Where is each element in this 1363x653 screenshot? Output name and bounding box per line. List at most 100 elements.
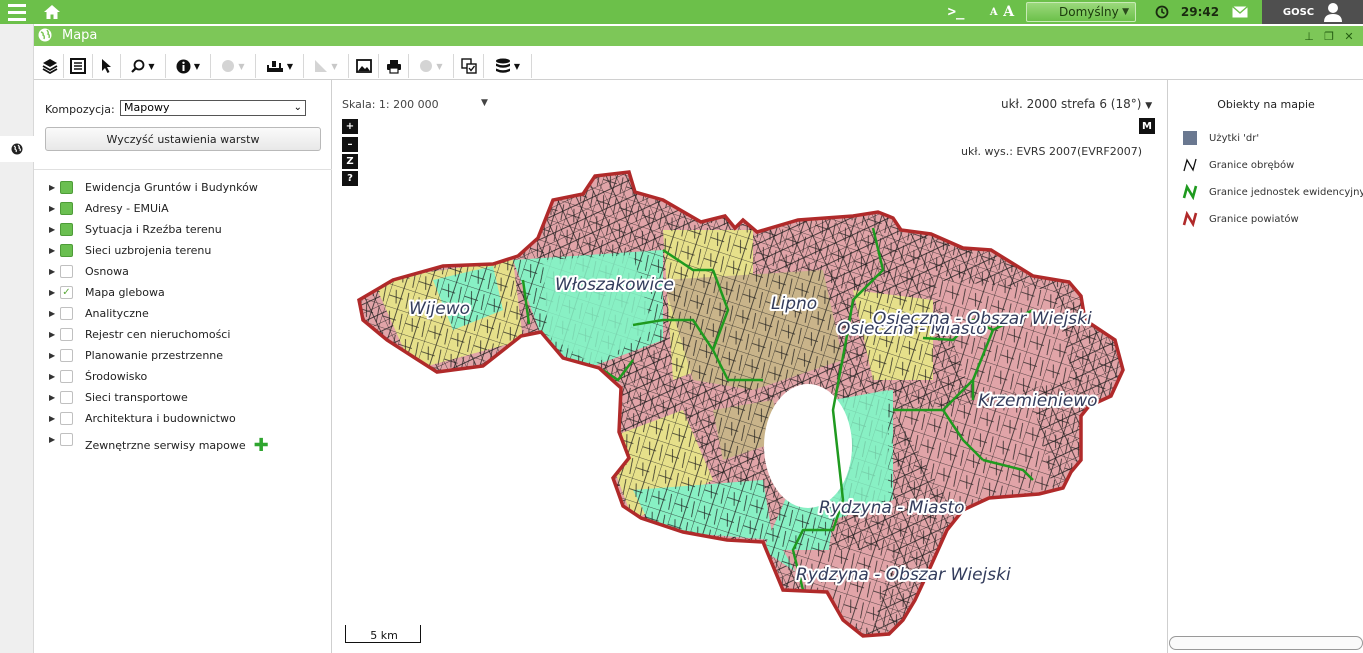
legend-title: Obiekty na mapie [1217,98,1315,111]
print-icon[interactable] [379,54,409,78]
expand-arrow-icon[interactable]: ▶ [49,183,55,192]
font-size-toggle[interactable]: A A [986,0,1018,24]
close-icon[interactable]: ✕ [1342,29,1356,43]
layer-label: Sytuacja i Rzeźba terenu [85,223,222,236]
expand-arrow-icon[interactable]: ▶ [49,225,55,234]
composition-select[interactable]: Mapowy ⌄ [120,100,306,116]
user-menu[interactable]: GOSC [1262,0,1363,24]
expand-arrow-icon[interactable]: ▶ [49,351,55,360]
layer-row[interactable]: ▶ Osnowa [34,262,332,283]
clear-layer-settings-button[interactable]: Wyczyść ustawienia warstw [45,127,321,151]
red-line-icon [1182,211,1198,227]
font-small-icon[interactable]: A [990,7,998,18]
expand-arrow-icon[interactable]: ▶ [49,414,55,423]
layer-checkbox[interactable] [60,412,73,425]
font-large-icon[interactable]: A [1003,4,1014,20]
legend-label: Użytki 'dr' [1209,133,1260,144]
layer-checkbox[interactable] [60,349,73,362]
layer-row[interactable]: ▶ Sieci transportowe [34,388,332,409]
layer-checkbox[interactable] [60,223,73,236]
expand-arrow-icon[interactable]: ▶ [49,204,55,213]
layer-label-with-add: Zewnętrzne serwisy mapowe ✚ [85,433,269,456]
map-view[interactable]: Wijewo Włoszakowice Lipno Osieczna - Mia… [333,80,1166,653]
window-title: Mapa [62,28,98,43]
layer-label: Analityczne [85,307,149,320]
expand-arrow-icon[interactable]: ▶ [49,372,55,381]
layer-row[interactable]: ▶ Sytuacja i Rzeźba terenu [34,220,332,241]
layer-row[interactable]: ▶ Rejestr cen nieruchomości [34,325,332,346]
zoom-tool-button[interactable]: ▼ [121,54,166,78]
horizontal-scrollbar[interactable] [1169,636,1363,650]
pin-icon[interactable]: ⊥ [1302,29,1316,43]
layer-checkbox[interactable]: ✓ [60,286,73,299]
place-label: Włoszakowice [555,275,674,295]
layer-checkbox[interactable] [60,181,73,194]
layer-checkbox[interactable] [60,370,73,383]
layers-icon[interactable] [36,54,64,78]
layer-row[interactable]: ▶ Architektura i budownictwo [34,409,332,430]
layer-row[interactable]: ▶ Planowanie przestrzenne [34,346,332,367]
layer-row[interactable]: ▶ Ewidencja Gruntów i Budynków [34,178,332,199]
layer-label: Zewnętrzne serwisy mapowe [85,439,246,452]
crs-select[interactable]: ukł. 2000 strefa 6 (18°) ▼ [1001,97,1152,111]
layer-row[interactable]: ▶ Zewnętrzne serwisy mapowe ✚ [34,430,332,456]
zoom-extent-button[interactable]: Z [342,154,358,169]
image-export-icon[interactable] [349,54,379,78]
menu-icon[interactable] [6,0,28,24]
terminal-icon[interactable]: >_ [944,0,968,24]
help-button[interactable]: ? [342,171,358,186]
zoom-out-button[interactable]: – [342,137,358,152]
profile-select[interactable]: Domyślny ▼ [1026,2,1136,22]
expand-arrow-icon[interactable]: ▶ [49,309,55,318]
info-tool-button[interactable]: ▼ [166,54,211,78]
legend-list-icon[interactable] [64,54,93,78]
chevron-down-icon: ▼ [436,61,443,71]
expand-arrow-icon[interactable]: ▶ [49,435,55,444]
mail-icon[interactable] [1228,0,1252,24]
restore-icon[interactable]: ❐ [1322,29,1336,43]
legend-label: Granice jednostek ewidencyjnych [1209,187,1363,198]
database-button[interactable]: ▼ [484,54,532,78]
globe-icon[interactable] [0,136,34,162]
expand-arrow-icon[interactable]: ▶ [49,393,55,402]
globe-icon [38,28,52,46]
zoom-in-button[interactable]: + [342,119,358,134]
layer-checkbox[interactable] [60,433,73,446]
m-button[interactable]: M [1139,118,1155,134]
layer-checkbox[interactable] [60,244,73,257]
layer-row[interactable]: ▶ Analityczne [34,304,332,325]
edit-icon [315,60,328,72]
magnifier-icon [131,59,145,73]
chevron-down-icon[interactable]: ▼ [481,98,488,108]
layer-checkbox[interactable] [60,391,73,404]
layer-checkbox[interactable] [60,202,73,215]
layer-checkbox[interactable] [60,265,73,278]
map-canvas[interactable]: Wijewo Włoszakowice Lipno Osieczna - Mia… [333,80,1166,653]
layer-checkbox[interactable] [60,328,73,341]
add-icon[interactable]: ✚ [254,435,269,456]
cursor-icon[interactable] [93,54,121,78]
select-objects-icon[interactable] [454,54,484,78]
crs-label: ukł. 2000 strefa 6 (18°) [1001,97,1142,111]
layer-row[interactable]: ▶ Środowisko [34,367,332,388]
place-label: Rydzyna - Miasto [819,498,965,518]
composition-label: Kompozycja: [45,103,115,116]
layer-row[interactable]: ▶ Adresy - EMUiA [34,199,332,220]
legend-label: Granice powiatów [1209,214,1299,225]
legend-panel: Obiekty na mapie Użytki 'dr' Granice obr… [1167,80,1363,653]
expand-arrow-icon[interactable]: ▶ [49,330,55,339]
expand-arrow-icon[interactable]: ▶ [49,246,55,255]
layer-label: Mapa glebowa [85,286,165,299]
home-icon[interactable] [40,0,64,24]
measure-tool-button[interactable]: ▼ [256,54,304,78]
expand-arrow-icon[interactable]: ▶ [49,267,55,276]
layer-row[interactable]: ▶ ✓ Mapa glebowa [34,283,332,304]
scale-select[interactable]: Skala: 1: 200 000 [342,98,439,111]
measure-icon [266,61,283,72]
expand-arrow-icon[interactable]: ▶ [49,288,55,297]
place-label: Lipno [771,294,817,314]
legend-label: Granice obrębów [1209,160,1295,171]
layer-tree: ▶ Ewidencja Gruntów i Budynków ▶ Adresy - … [34,178,332,456]
layer-row[interactable]: ▶ Sieci uzbrojenia terenu [34,241,332,262]
layer-checkbox[interactable] [60,307,73,320]
